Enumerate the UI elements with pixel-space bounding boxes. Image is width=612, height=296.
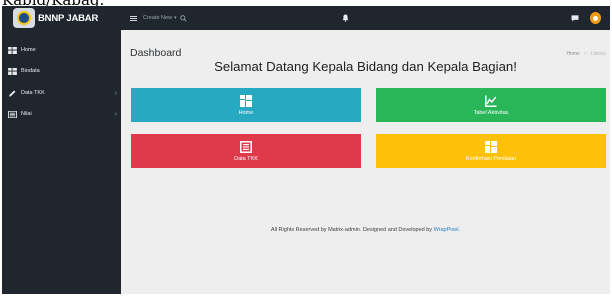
tile-label: Konfirmasi Penilaian [465, 155, 517, 162]
tile-data-tkk[interactable]: Data TKK [131, 134, 361, 168]
footer-brand-link[interactable]: WrapPixel. [434, 227, 461, 233]
tile-label: Data TKK [234, 155, 258, 162]
dashboard-icon [485, 140, 497, 153]
brand-name: BNNP JABAR [38, 12, 99, 24]
dashboard-icon [8, 67, 17, 75]
tile-label: Home [238, 109, 254, 116]
breadcrumb: Home > Library [566, 51, 606, 57]
chevron-down-icon: ▾ [174, 15, 177, 21]
top-navbar: BNNP JABAR Create New ▾ [2, 6, 610, 30]
sidebar-item-biodata[interactable]: Biodata [2, 59, 121, 83]
create-new-label: Create New [143, 15, 173, 21]
list-icon [240, 140, 252, 153]
footer: All Rights Reserved by Matrix-admin. Des… [121, 227, 610, 233]
welcome-heading: Selamat Datang Kepala Bidang dan Kepala … [214, 59, 517, 74]
app-frame: BNNP JABAR Create New ▾ Home Biodata Dat… [2, 6, 610, 294]
sidebar-item-nilai[interactable]: Nilai › [2, 102, 121, 126]
create-new-dropdown[interactable]: Create New ▾ [143, 6, 177, 30]
sidebar-toggle-button[interactable] [130, 6, 137, 30]
messages-button[interactable] [571, 6, 579, 30]
main-content: Dashboard Home > Library Selamat Datang Ke… [121, 30, 610, 294]
breadcrumb-home-link[interactable]: Home [566, 51, 579, 57]
sidebar-item-label: Nilai [21, 111, 32, 117]
hamburger-icon [130, 15, 137, 21]
pencil-icon [9, 89, 16, 97]
sidebar: Home Biodata Data TKK › Nilai › [2, 30, 121, 294]
search-button[interactable] [180, 6, 187, 30]
user-avatar[interactable] [590, 12, 601, 24]
sidebar-item-label: Home [21, 47, 36, 53]
tile-tabel-aktivitas[interactable]: Tabel Aktivitas [376, 88, 606, 122]
dashboard-icon [8, 46, 17, 54]
brand-logo[interactable]: BNNP JABAR [2, 6, 121, 30]
bnn-logo-icon [13, 8, 35, 28]
chevron-right-icon: › [114, 110, 117, 118]
sidebar-item-label: Biodata [21, 68, 40, 74]
chevron-right-icon: › [114, 89, 117, 97]
tile-label: Tabel Aktivitas [473, 109, 509, 116]
notifications-button[interactable] [342, 6, 349, 30]
tile-home[interactable]: Home [131, 88, 361, 122]
chat-icon [571, 14, 579, 22]
bell-icon [342, 14, 349, 22]
chart-icon [485, 95, 497, 107]
page-title: Dashboard [130, 47, 182, 59]
search-icon [180, 14, 187, 22]
breadcrumb-current: Library [590, 51, 606, 57]
dashboard-icon [240, 94, 252, 107]
tile-konfirmasi-penilaian[interactable]: Konfirmasi Penilaian [376, 134, 606, 168]
list-icon [8, 110, 17, 118]
footer-text: All Rights Reserved by Matrix-admin. Des… [270, 227, 433, 233]
sidebar-item-label: Data TKK [21, 90, 45, 96]
